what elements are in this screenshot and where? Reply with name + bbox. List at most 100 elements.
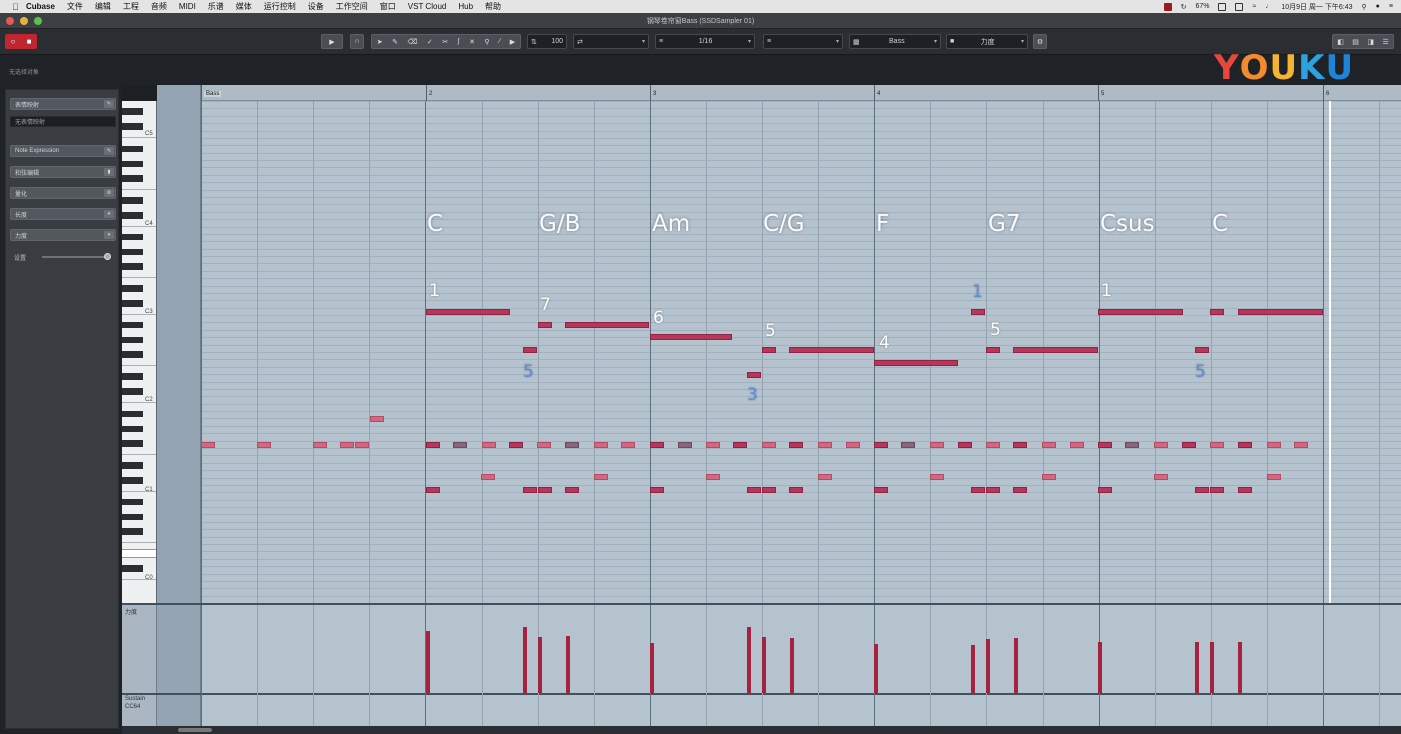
acoustic-feedback-button[interactable]: ▶ (321, 34, 343, 49)
midi-note[interactable] (482, 442, 496, 448)
draw-tool-icon[interactable]: ✎ (392, 38, 398, 46)
edit-icon[interactable]: ✎ (104, 100, 114, 108)
scale-select[interactable]: ▦ Bass ▾ (849, 34, 941, 49)
velocity-bar[interactable] (762, 637, 766, 693)
menu-app[interactable]: Cubase (26, 2, 55, 11)
velocity-lane-label[interactable]: 力度 (125, 607, 137, 616)
midi-note[interactable] (1238, 309, 1323, 315)
midi-note[interactable] (1195, 347, 1209, 353)
midi-note[interactable] (537, 442, 551, 448)
midi-note[interactable] (930, 442, 944, 448)
velocity-bar[interactable] (523, 627, 527, 693)
display-icon[interactable] (1235, 2, 1244, 11)
clock-text[interactable]: 10月9日 周一 下午6:43 (1281, 2, 1352, 12)
black-key[interactable] (122, 123, 143, 130)
edit-icon[interactable]: ✎ (104, 147, 114, 155)
color-scheme-select[interactable]: ■ 力度 ▾ (946, 34, 1028, 49)
nudge-select[interactable]: ⇄ ▾ (573, 34, 649, 49)
menu-audio[interactable]: 音频 (151, 1, 167, 12)
midi-note[interactable] (650, 442, 664, 448)
black-key[interactable] (122, 513, 143, 520)
midi-note[interactable] (1013, 442, 1027, 448)
black-key[interactable] (122, 336, 143, 343)
menu-media[interactable]: 媒体 (236, 1, 252, 12)
note-expression-section[interactable]: Note Expression ✎ (10, 145, 116, 157)
midi-note[interactable] (523, 347, 537, 353)
split-tool-icon[interactable]: ✂ (442, 38, 448, 46)
black-key[interactable] (122, 498, 143, 506)
black-key[interactable] (122, 373, 143, 380)
length-section[interactable]: 长度 ▾ (10, 208, 116, 220)
horizontal-scroll-thumb[interactable] (178, 728, 212, 732)
black-key[interactable] (122, 440, 143, 447)
midi-note[interactable] (1267, 442, 1281, 448)
midi-note[interactable] (986, 347, 1000, 353)
layout-menu-icon[interactable]: ☰ (1382, 38, 1388, 46)
menu-vst-cloud[interactable]: VST Cloud (408, 2, 447, 11)
pointer-tool-icon[interactable]: ➤ (377, 38, 383, 46)
midi-note[interactable] (594, 474, 608, 480)
midi-note[interactable] (874, 487, 888, 493)
midi-note[interactable] (1013, 347, 1098, 353)
midi-note[interactable] (789, 487, 803, 493)
midi-note[interactable] (733, 442, 747, 448)
midi-note[interactable] (1210, 442, 1224, 448)
midi-note[interactable] (901, 442, 915, 448)
midi-note[interactable] (426, 309, 510, 315)
spotlight-icon[interactable]: ⚲ (1362, 3, 1367, 11)
menu-hub[interactable]: Hub (458, 2, 473, 11)
velocity-bar[interactable] (650, 643, 654, 693)
velocity-bar[interactable] (1195, 642, 1199, 693)
black-key[interactable] (122, 197, 143, 204)
midi-note[interactable] (1042, 474, 1056, 480)
midi-note[interactable] (1098, 309, 1183, 315)
mute-tool-icon[interactable]: ✕ (469, 38, 475, 46)
midi-note[interactable] (201, 442, 215, 448)
quantize-section[interactable]: 量化 ⚙ (10, 187, 116, 199)
midi-note[interactable] (762, 487, 776, 493)
velocity-bar[interactable] (1098, 642, 1102, 693)
notification-icon[interactable]: ≡ (1389, 3, 1393, 10)
midi-note[interactable] (426, 442, 440, 448)
midi-note[interactable] (538, 487, 552, 493)
midi-note[interactable] (1238, 487, 1252, 493)
midi-note[interactable] (565, 442, 579, 448)
midi-note[interactable] (1154, 442, 1168, 448)
black-key[interactable] (122, 248, 143, 255)
midi-note[interactable] (1238, 442, 1252, 448)
midi-note[interactable] (1267, 474, 1281, 480)
menu-window[interactable]: 窗口 (380, 1, 396, 12)
black-key[interactable] (122, 300, 143, 307)
velocity-bar[interactable] (790, 638, 794, 693)
midi-note[interactable] (747, 372, 761, 378)
chord-editing-section[interactable]: 和弦编辑 ▮ (10, 166, 116, 178)
midi-note[interactable] (650, 487, 664, 493)
user-icon[interactable]: ● (1376, 3, 1380, 10)
velocity-bar[interactable] (1210, 642, 1214, 693)
black-key[interactable] (122, 175, 143, 182)
midi-note[interactable] (747, 487, 761, 493)
midi-note[interactable] (706, 442, 720, 448)
expand-icon[interactable]: ▾ (104, 210, 114, 218)
midi-note[interactable] (509, 442, 523, 448)
midi-note[interactable] (986, 442, 1000, 448)
black-key[interactable] (122, 388, 143, 395)
black-key[interactable] (122, 410, 143, 418)
midi-note[interactable] (678, 442, 692, 448)
midi-note[interactable] (1154, 474, 1168, 480)
midi-note[interactable] (971, 309, 985, 315)
black-key[interactable] (122, 145, 143, 153)
velocity-section[interactable]: 力度 ▾ (10, 229, 116, 241)
black-key[interactable] (122, 233, 143, 241)
controller-lanes[interactable]: 力度 Sustain CC64 (122, 603, 1401, 726)
midi-note[interactable] (971, 487, 985, 493)
black-key[interactable] (122, 263, 143, 270)
midi-note[interactable] (565, 487, 579, 493)
layout-bottom-icon[interactable]: ▤ (1352, 38, 1359, 46)
velocity-bar[interactable] (426, 631, 430, 693)
sync-icon[interactable]: ↻ (1181, 3, 1187, 11)
sustain-lane-label[interactable]: Sustain (125, 696, 145, 702)
length-quantize-select[interactable]: ≡ ▾ (763, 34, 843, 49)
zoom-tool-icon[interactable]: ⚲ (484, 38, 489, 46)
settings-icon[interactable]: ⚙ (104, 189, 114, 197)
